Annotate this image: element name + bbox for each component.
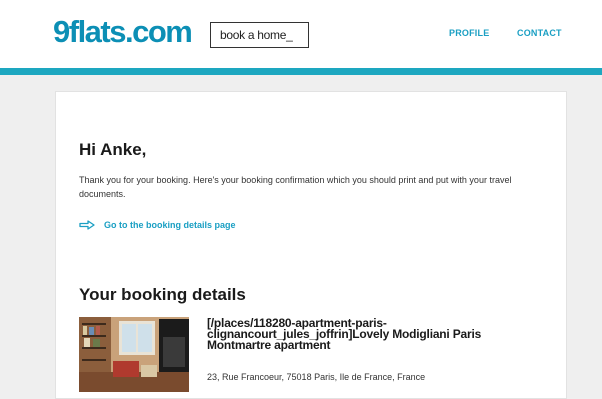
booking-details-link-label: Go to the booking details page [104,220,236,230]
logo-suffix: .com [124,14,193,49]
listing-photo[interactable] [79,317,189,392]
header-divider [0,68,602,75]
email-card: Hi Anke, Thank you for your booking. Her… [55,91,567,399]
listing-photo-illustration [79,317,189,392]
tagline-box: book a home_ [210,22,309,48]
section-title: Your booking details [79,285,246,304]
listing-address: 23, Rue Francoeur, 75018 Paris, Ile de F… [207,372,426,382]
nav-profile-link[interactable]: PROFILE [449,28,489,38]
intro-text: Thank you for your booking. Here's your … [79,175,512,199]
site-header: 9flats.com book a home_ PROFILE CONTACT [0,0,602,68]
listing-title-link[interactable]: [/places/118280-apartment-paris-clignanc… [207,317,547,351]
greeting: Hi Anke, [79,140,147,159]
nav-contact-link[interactable]: CONTACT [517,28,562,38]
booking-details-link[interactable]: Go to the booking details page [79,220,236,230]
arrow-right-outline-icon [79,220,95,230]
logo-main: 9flats [53,14,126,49]
logo[interactable]: 9flats.com [53,14,193,49]
